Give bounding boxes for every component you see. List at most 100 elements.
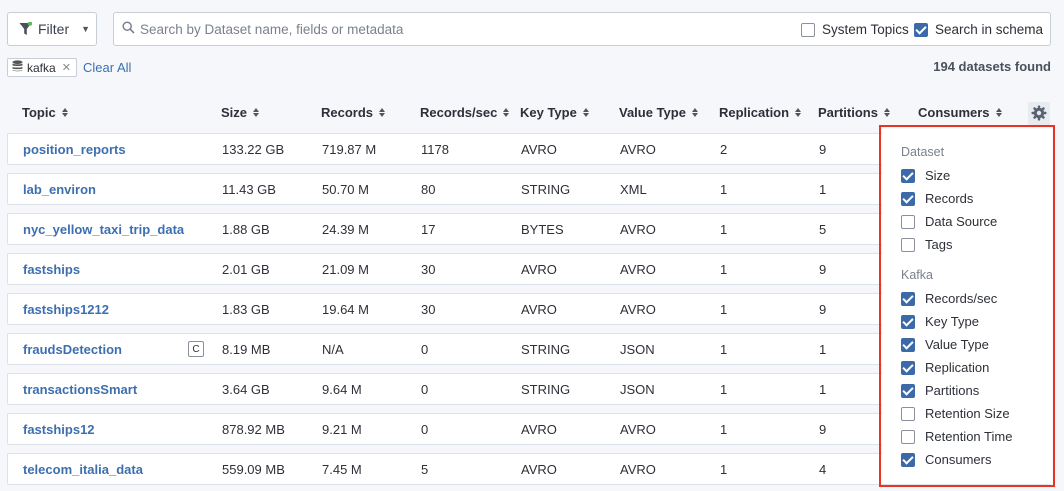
filter-tag-kafka: kafka ✕ [7,58,77,77]
cell-records: N/A [322,342,344,357]
filter-tag-label: kafka [27,60,56,75]
compacted-badge: C [188,341,204,357]
cell-value: AVRO [620,422,656,437]
column-header-label: Size [221,105,248,120]
column-header-7[interactable]: Partitions [818,105,890,120]
column-header-label: Topic [22,105,56,120]
column-header-5[interactable]: Value Type [619,105,698,120]
column-option-checkbox[interactable] [901,360,915,375]
sort-icon [503,108,510,117]
cell-partitions: 1 [819,342,827,357]
funnel-icon [19,21,33,36]
cell-value: AVRO [620,462,656,477]
topic-link[interactable]: fastships [23,262,80,277]
topic-link[interactable]: lab_environ [23,182,96,197]
column-option-checkbox[interactable] [901,191,915,206]
column-option-replication[interactable]: Replication [901,360,989,375]
column-option-label: Size [925,168,951,183]
system-topics-checkbox[interactable] [801,22,815,37]
sort-icon [379,108,386,117]
column-option-label: Key Type [925,314,979,329]
cell-size: 133.22 GB [222,142,285,157]
column-option-checkbox[interactable] [901,429,915,444]
column-header-label: Replication [719,105,790,120]
column-option-checkbox[interactable] [901,337,915,352]
column-option-consumers[interactable]: Consumers [901,452,991,467]
column-option-checkbox[interactable] [901,237,915,252]
column-header-label: Partitions [818,105,878,120]
cell-rps: 17 [421,222,436,237]
search-input[interactable] [140,21,780,37]
cell-size: 11.43 GB [222,182,276,197]
topic-link[interactable]: position_reports [23,142,126,157]
cell-size: 559.09 MB [222,462,285,477]
column-option-size[interactable]: Size [901,168,950,183]
cell-value: JSON [620,382,655,397]
sort-icon [691,108,698,117]
filter-button[interactable]: Filter ▼ [7,12,97,46]
topic-link[interactable]: fastships12 [23,422,95,437]
cell-records: 24.39 M [322,222,369,237]
cell-key: AVRO [521,142,557,157]
cell-replication: 1 [720,302,728,317]
column-settings-button[interactable] [1028,102,1050,126]
cell-rps: 0 [421,382,429,397]
cell-key: STRING [521,382,571,397]
clear-all-link[interactable]: Clear All [83,60,131,75]
column-header-8[interactable]: Consumers [918,105,1002,120]
cell-records: 50.70 M [322,182,369,197]
column-option-tags[interactable]: Tags [901,237,952,252]
column-header-2[interactable]: Records [321,105,386,120]
column-option-checkbox[interactable] [901,291,915,306]
topic-link[interactable]: fraudsDetection [23,342,122,357]
column-option-checkbox[interactable] [901,406,915,421]
cell-value: AVRO [620,302,656,317]
panel-group-title: Kafka [901,268,933,282]
remove-tag-icon[interactable]: ✕ [62,61,71,74]
column-option-label: Consumers [925,452,992,467]
column-option-partitions[interactable]: Partitions [901,383,979,398]
column-option-key-type[interactable]: Key Type [901,314,979,329]
cell-key: AVRO [521,302,557,317]
search-icon [122,21,135,37]
cell-records: 9.21 M [322,422,362,437]
topic-link[interactable]: nyc_yellow_taxi_trip_data [23,222,184,237]
column-option-checkbox[interactable] [901,383,915,398]
column-option-retention-size[interactable]: Retention Size [901,406,1010,421]
cell-partitions: 9 [819,422,827,437]
cell-key: AVRO [521,422,557,437]
column-header-0[interactable]: Topic [22,105,68,120]
table-header: Topic Size Records Records/sec Key Type Value… [7,100,1051,126]
topic-link[interactable]: fastships1212 [23,302,109,317]
column-option-records[interactable]: Records [901,191,973,206]
column-header-4[interactable]: Key Type [520,105,589,120]
panel-group-title: Dataset [901,145,945,159]
column-option-checkbox[interactable] [901,168,915,183]
column-header-1[interactable]: Size [221,105,260,120]
column-option-records-sec[interactable]: Records/sec [901,291,997,306]
database-icon [12,60,23,75]
cell-records: 719.87 M [322,142,377,157]
column-option-label: Data Source [925,214,998,229]
topic-link[interactable]: telecom_italia_data [23,462,143,477]
topic-link[interactable]: transactionsSmart [23,382,137,397]
search-in-schema-toggle[interactable]: Search in schema [914,22,1043,37]
column-option-data-source[interactable]: Data Source [901,214,997,229]
column-option-checkbox[interactable] [901,214,915,229]
column-header-3[interactable]: Records/sec [420,105,510,120]
column-header-label: Consumers [918,105,990,120]
cell-value: AVRO [620,222,656,237]
column-option-retention-time[interactable]: Retention Time [901,429,1012,444]
column-option-value-type[interactable]: Value Type [901,337,989,352]
cell-partitions: 9 [819,142,827,157]
system-topics-toggle[interactable]: System Topics [801,22,909,37]
column-option-label: Records/sec [925,291,998,306]
column-header-6[interactable]: Replication [719,105,802,120]
column-option-checkbox[interactable] [901,314,915,329]
cell-key: BYTES [521,222,564,237]
cell-value: AVRO [620,142,656,157]
search-box[interactable] [113,12,1051,46]
column-option-label: Records [925,191,974,206]
search-in-schema-checkbox[interactable] [914,22,928,37]
column-option-checkbox[interactable] [901,452,915,467]
